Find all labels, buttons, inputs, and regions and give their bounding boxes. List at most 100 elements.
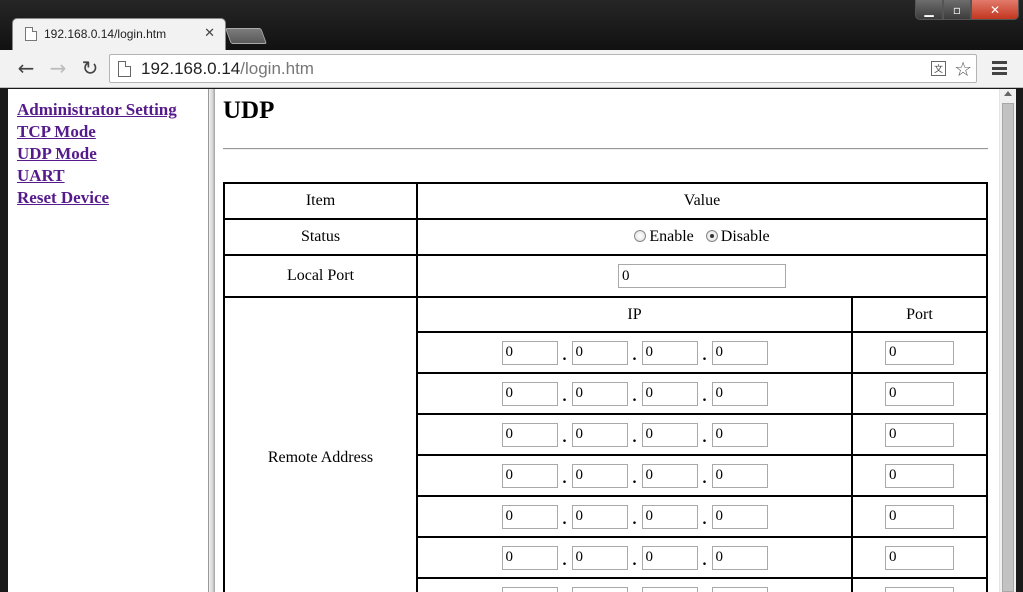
remote-ip-octet-input[interactable] <box>711 422 768 447</box>
enable-radio[interactable] <box>634 230 647 242</box>
local-port-input[interactable] <box>618 264 786 288</box>
remote-ip-octet-input[interactable] <box>711 381 768 406</box>
ip-dot-separator: . <box>562 469 567 487</box>
remote-ip-cell: ... <box>416 331 853 374</box>
remote-ip-octet-input[interactable] <box>571 504 628 529</box>
remote-ip-octet-input[interactable] <box>641 340 698 365</box>
address-bar[interactable]: 192.168.0.14/login.htm 文 ☆ <box>109 54 977 83</box>
minimize-button[interactable]: ▁ <box>915 0 943 20</box>
remote-address-label: Remote Address <box>223 296 418 592</box>
header-value: Value <box>416 182 988 220</box>
status-row: Status Enable Disable <box>223 218 988 256</box>
sidebar-link-reset-device[interactable]: Reset Device <box>17 187 208 209</box>
vertical-scrollbar[interactable] <box>999 89 1016 592</box>
browser-toolbar: ← → ↻ 192.168.0.14/login.htm 文 ☆ <box>0 50 1023 88</box>
remote-ip-cell: ... <box>416 372 853 415</box>
remote-ip-cell: ... <box>416 495 853 538</box>
scroll-up-arrow-icon[interactable] <box>1004 91 1012 96</box>
remote-ip-octet-input[interactable] <box>641 381 698 406</box>
remote-port-input[interactable] <box>885 381 954 406</box>
remote-port-cell <box>851 536 988 579</box>
ip-dot-separator: . <box>702 551 707 569</box>
status-option-disable[interactable]: Disable <box>705 228 770 245</box>
remote-ip-octet-input[interactable] <box>501 504 558 529</box>
ip-dot-separator: . <box>562 387 567 405</box>
tab-title: 192.168.0.14/login.htm <box>44 26 167 41</box>
remote-ip-octet-input[interactable] <box>501 463 558 488</box>
local-port-cell <box>416 254 988 298</box>
remote-ip-octet-input[interactable] <box>571 422 628 447</box>
remote-ip-cell: ... <box>416 577 853 592</box>
remote-ip-octet-input[interactable] <box>641 545 698 570</box>
ip-header: IP <box>416 296 853 333</box>
new-tab-button[interactable] <box>225 28 267 44</box>
remote-port-input[interactable] <box>885 340 954 365</box>
remote-ip-octet-input[interactable] <box>571 381 628 406</box>
window-controls: ▁ ▫ ✕ <box>915 0 1019 20</box>
tab-close-icon[interactable]: ✕ <box>204 26 215 41</box>
back-arrow-icon[interactable]: ← <box>14 56 38 80</box>
disable-radio[interactable] <box>705 230 718 242</box>
forward-arrow-icon[interactable]: → <box>46 56 70 80</box>
remote-port-input[interactable] <box>885 586 954 592</box>
maximize-button[interactable]: ▫ <box>943 0 971 20</box>
page-icon <box>118 60 131 77</box>
main-frame: UDP Item Value Status Enable Disable Loc… <box>215 89 1016 592</box>
port-header: Port <box>851 296 988 333</box>
remote-ip-octet-input[interactable] <box>571 463 628 488</box>
remote-ip-octet-input[interactable] <box>711 586 768 592</box>
ip-dot-separator: . <box>702 387 707 405</box>
remote-ip-octet-input[interactable] <box>571 586 628 592</box>
ip-dot-separator: . <box>702 510 707 528</box>
remote-ip-cell: ... <box>416 454 853 497</box>
sidebar-link-udp-mode[interactable]: UDP Mode <box>17 143 208 165</box>
remote-ip-octet-input[interactable] <box>501 381 558 406</box>
ip-dot-separator: . <box>632 469 637 487</box>
remote-ip-octet-input[interactable] <box>501 586 558 592</box>
remote-ip-octet-input[interactable] <box>641 586 698 592</box>
remote-ip-octet-input[interactable] <box>501 422 558 447</box>
url-text[interactable]: 192.168.0.14/login.htm <box>141 59 314 79</box>
remote-header-row: Remote Address IP Port <box>223 296 988 592</box>
close-window-button[interactable]: ✕ <box>971 0 1019 20</box>
ip-dot-separator: . <box>562 551 567 569</box>
ip-dot-separator: . <box>562 346 567 364</box>
bookmark-star-icon[interactable]: ☆ <box>954 59 972 79</box>
sidebar-link-uart[interactable]: UART <box>17 165 208 187</box>
sidebar-link-tcp-mode[interactable]: TCP Mode <box>17 121 208 143</box>
remote-ip-octet-input[interactable] <box>571 545 628 570</box>
page-icon <box>25 26 37 41</box>
hamburger-menu-icon[interactable] <box>992 61 1007 75</box>
ip-dot-separator: . <box>562 510 567 528</box>
remote-port-cell <box>851 454 988 497</box>
sidebar-link-administrator-setting[interactable]: Administrator Setting <box>17 99 208 121</box>
remote-ip-cell: ... <box>416 536 853 579</box>
reload-icon[interactable]: ↻ <box>78 56 102 80</box>
local-port-label: Local Port <box>223 254 418 298</box>
remote-ip-octet-input[interactable] <box>711 463 768 488</box>
translate-icon[interactable]: 文 <box>931 61 947 76</box>
remote-ip-octet-input[interactable] <box>641 504 698 529</box>
status-option-enable[interactable]: Enable <box>634 228 694 245</box>
status-label: Status <box>223 218 418 256</box>
remote-port-input[interactable] <box>885 422 954 447</box>
frame-divider[interactable] <box>208 89 215 592</box>
browser-tab[interactable]: 192.168.0.14/login.htm ✕ <box>12 18 226 52</box>
remote-ip-octet-input[interactable] <box>571 340 628 365</box>
remote-port-input[interactable] <box>885 463 954 488</box>
remote-ip-octet-input[interactable] <box>501 340 558 365</box>
remote-ip-octet-input[interactable] <box>641 422 698 447</box>
remote-ip-octet-input[interactable] <box>641 463 698 488</box>
remote-ip-octet-input[interactable] <box>711 545 768 570</box>
remote-ip-octet-input[interactable] <box>501 545 558 570</box>
remote-ip-octet-input[interactable] <box>711 504 768 529</box>
remote-ip-cell: ... <box>416 413 853 456</box>
ip-dot-separator: . <box>632 346 637 364</box>
table-header-row: Item Value <box>223 182 988 220</box>
horizontal-rule <box>223 148 988 150</box>
remote-port-input[interactable] <box>885 545 954 570</box>
scrollbar-thumb[interactable] <box>1002 103 1014 592</box>
ip-dot-separator: . <box>702 469 707 487</box>
remote-port-input[interactable] <box>885 504 954 529</box>
remote-ip-octet-input[interactable] <box>711 340 768 365</box>
